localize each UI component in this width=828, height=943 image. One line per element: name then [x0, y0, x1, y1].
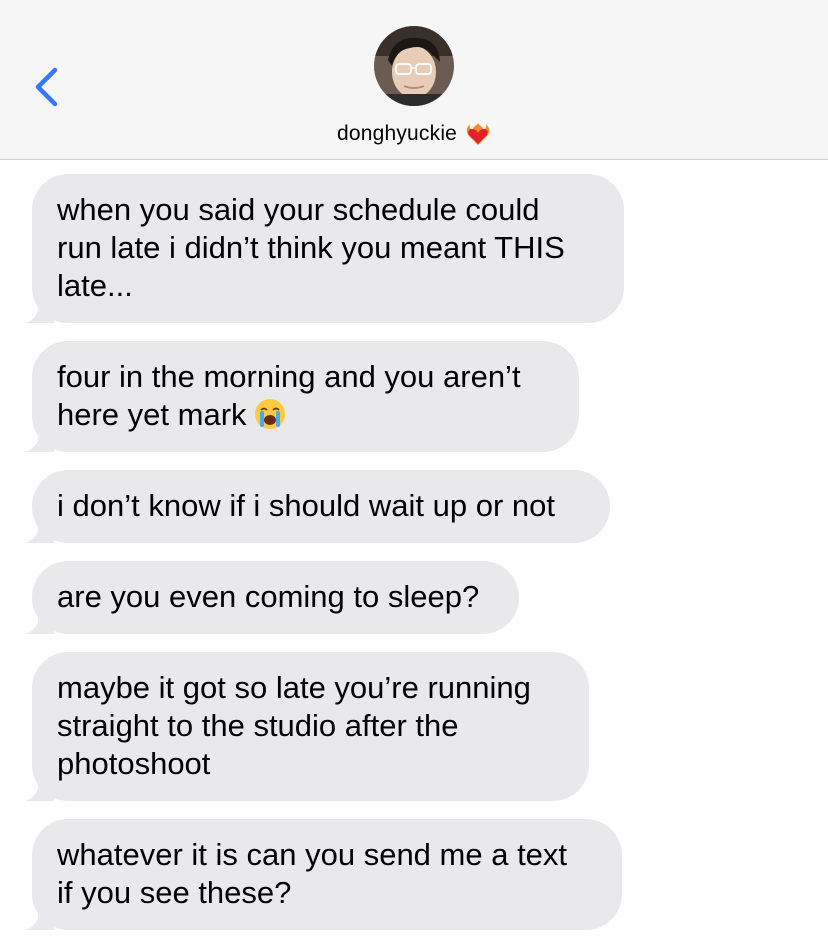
contact-name: donghyuckie: [336, 122, 458, 145]
message-text-line: whatever it is can you send me a text: [57, 837, 568, 872]
message-bubble[interactable]: whatever it is can you send me a text if…: [24, 819, 622, 930]
message-text-line: are you even coming to sleep?: [57, 579, 480, 614]
message-text-line: here yet mark: [57, 396, 553, 434]
message-bubble[interactable]: are you even coming to sleep?: [24, 561, 519, 634]
chevron-left-icon: [35, 67, 58, 107]
avatar-photo: [374, 26, 454, 106]
loudly-crying-face-icon: [254, 399, 285, 429]
message-text-line: four in the morning and you aren’t: [57, 359, 521, 394]
message-text-line: run late i didn’t think you meant THIS: [57, 230, 565, 265]
message-text-segment: here yet mark: [57, 397, 247, 432]
bubble-tail: [24, 519, 54, 543]
contact-avatar[interactable]: [374, 26, 454, 106]
message-bubble[interactable]: four in the morning and you aren’t here …: [24, 341, 579, 452]
message-text-line: when you said your schedule could: [57, 192, 540, 227]
message-text-line: if you see these?: [57, 875, 292, 910]
message-text-line: i don’t know if i should wait up or not: [57, 488, 555, 523]
contact-name-row[interactable]: donghyuckie: [0, 118, 828, 150]
bubble-tail: [24, 906, 54, 930]
message-text-line: photoshoot: [57, 746, 211, 781]
bubble-tail: [24, 777, 54, 801]
conversation-header: donghyuckie: [0, 0, 828, 160]
back-button[interactable]: [28, 64, 68, 110]
bubble-tail: [24, 428, 54, 452]
bubble-tail: [24, 610, 54, 634]
message-bubble[interactable]: i don’t know if i should wait up or not: [24, 470, 610, 543]
bubble-tail: [24, 299, 54, 323]
message-text-line: straight to the studio after the: [57, 708, 459, 743]
message-bubble[interactable]: when you said your schedule could run la…: [24, 174, 624, 323]
message-bubble[interactable]: maybe it got so late you’re running stra…: [24, 652, 589, 801]
message-text-line: maybe it got so late you’re running: [57, 670, 531, 705]
heart-on-fire-icon: [466, 123, 490, 145]
message-text-line: late...: [57, 268, 133, 303]
